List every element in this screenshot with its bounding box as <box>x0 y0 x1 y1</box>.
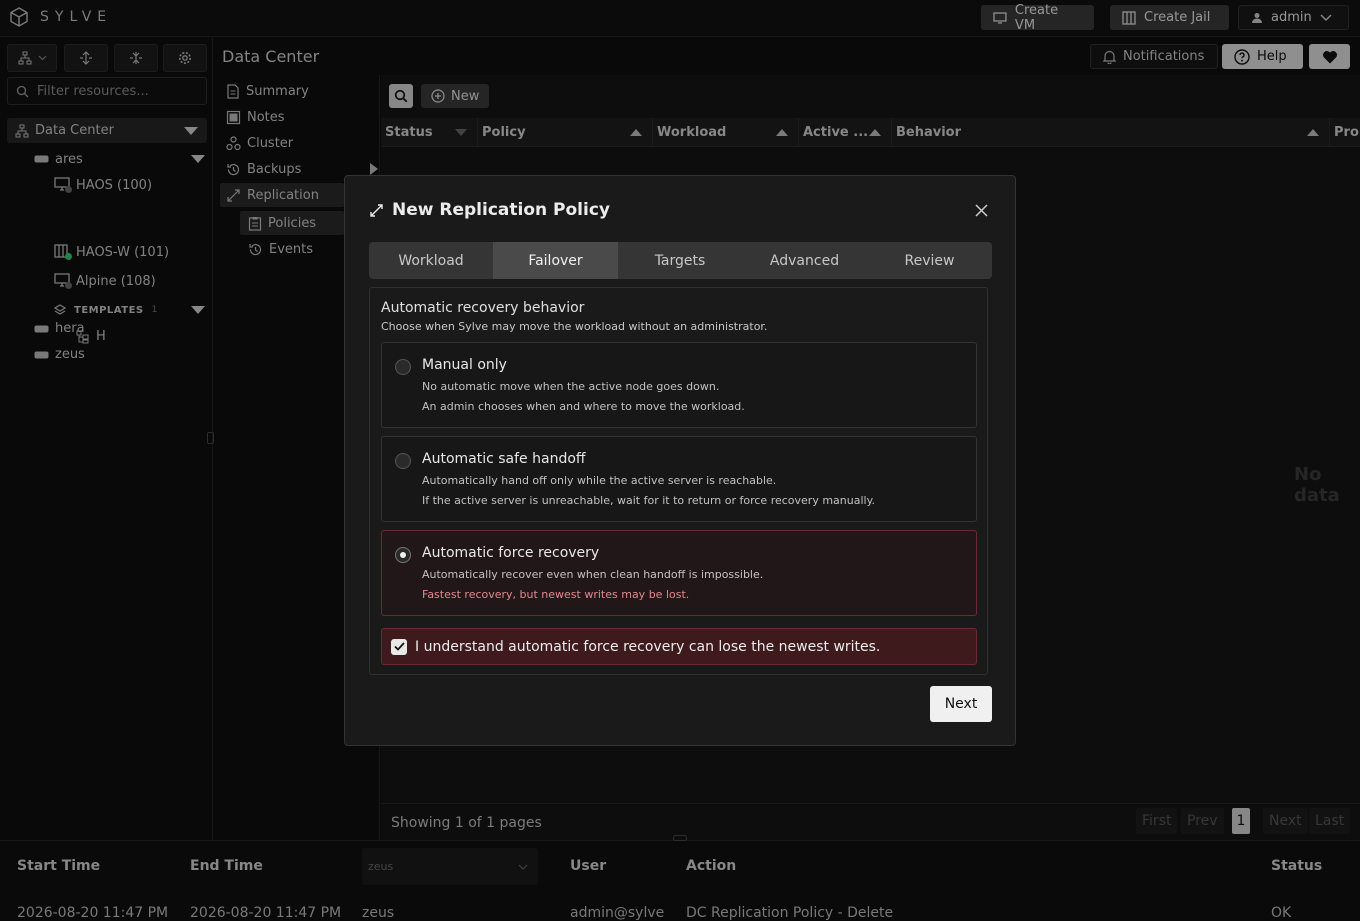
option-line-2: If the active server is unreachable, wai… <box>422 494 876 507</box>
option-title: Automatic force recovery <box>422 545 600 561</box>
radio-manual-only[interactable] <box>395 359 411 375</box>
option-title: Automatic safe handoff <box>422 451 586 467</box>
tab-label: Review <box>904 252 955 269</box>
close-icon <box>974 203 988 217</box>
tab-review[interactable]: Review <box>867 242 992 279</box>
section-heading: Automatic recovery behavior <box>381 300 585 316</box>
tab-targets[interactable]: Targets <box>618 242 742 279</box>
dialog-title: New Replication Policy <box>369 200 610 220</box>
acknowledge-checkbox[interactable] <box>391 638 407 655</box>
radio-force-recovery[interactable] <box>395 547 411 563</box>
tab-label: Failover <box>528 252 583 269</box>
option-line-1: Automatically recover even when clean ha… <box>422 568 764 581</box>
tab-label: Advanced <box>769 252 840 269</box>
tab-label: Targets <box>654 252 706 269</box>
option-warning: Fastest recovery, but newest writes may … <box>422 588 690 601</box>
next-label: Next <box>944 696 978 712</box>
close-button[interactable] <box>973 202 989 218</box>
tab-advanced[interactable]: Advanced <box>742 242 867 279</box>
section-description: Choose when Sylve may move the workload … <box>381 320 768 333</box>
dialog-title-text: New Replication Policy <box>392 200 610 220</box>
check-icon <box>393 642 405 651</box>
tab-workload[interactable]: Workload <box>369 242 493 279</box>
option-line-2: An admin chooses when and where to move … <box>422 400 745 413</box>
tab-label: Workload <box>398 252 464 269</box>
replication-icon <box>370 203 383 217</box>
option-line-1: No automatic move when the active node g… <box>422 380 720 393</box>
option-force-recovery[interactable]: Automatic force recovery Automatically r… <box>381 530 977 616</box>
acknowledge-label: I understand automatic force recovery ca… <box>415 638 881 655</box>
option-safe-handoff[interactable]: Automatic safe handoff Automatically han… <box>381 436 977 522</box>
wizard-tabs: Workload Failover Targets Advanced Revie… <box>369 242 992 279</box>
new-replication-policy-dialog: New Replication Policy Workload Failover… <box>344 175 1016 746</box>
failover-panel: Automatic recovery behavior Choose when … <box>369 287 988 675</box>
option-line-1: Automatically hand off only while the ac… <box>422 474 777 487</box>
next-button[interactable]: Next <box>930 686 992 722</box>
radio-safe-handoff[interactable] <box>395 453 411 469</box>
option-manual-only[interactable]: Manual only No automatic move when the a… <box>381 342 977 428</box>
acknowledge-row[interactable]: I understand automatic force recovery ca… <box>381 628 977 665</box>
option-title: Manual only <box>422 357 507 373</box>
tab-failover[interactable]: Failover <box>493 242 618 279</box>
